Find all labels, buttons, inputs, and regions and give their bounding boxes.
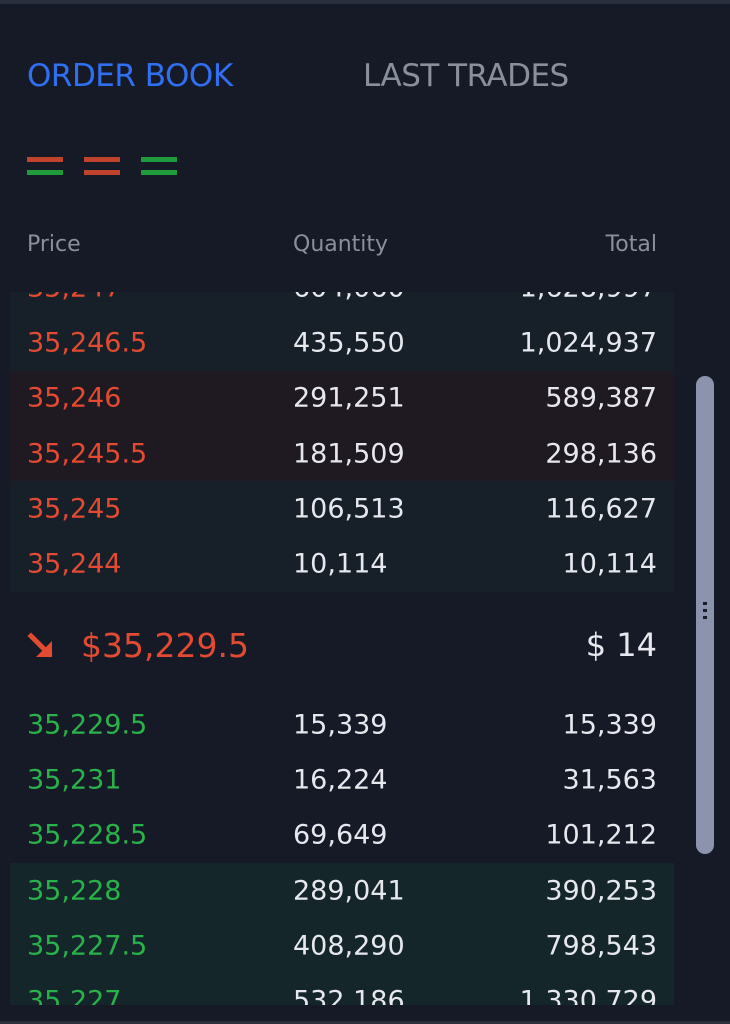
ask-price-cell: 35,245 xyxy=(27,493,122,525)
bid-total-cell: 101,212 xyxy=(545,819,657,851)
last-price: $35,229.5 xyxy=(81,626,249,665)
scroll-grip-icon xyxy=(703,602,707,620)
ask-order-row[interactable]: 35,245 106,513 116,627 xyxy=(10,481,674,537)
sell-orders-view-icon[interactable] xyxy=(27,157,63,179)
ask-price-cell: 35,247 xyxy=(27,292,121,303)
ask-total-cell: 298,136 xyxy=(545,438,657,470)
tab-order-book[interactable]: ORDER BOOK xyxy=(27,58,233,94)
bid-total-cell: 31,563 xyxy=(562,764,657,796)
ask-quantity-cell: 181,509 xyxy=(293,438,405,470)
column-headers: Price Quantity Total xyxy=(27,232,657,260)
bids-list[interactable]: 35,229.5 15,339 15,339 35,231 16,224 31,563 35… xyxy=(10,697,674,1005)
ask-price-cell: 35,244 xyxy=(27,548,122,580)
bid-quantity-cell: 289,041 xyxy=(293,875,405,907)
asks-rows: 35,247 604,060 1,628,997 35,246.5 435,550 1,0… xyxy=(10,292,674,592)
scrollbar-track[interactable] xyxy=(696,376,714,854)
ask-total-cell: 1,628,997 xyxy=(520,292,657,303)
bid-price-cell: 35,227 xyxy=(27,985,122,1005)
bid-quantity-cell: 16,224 xyxy=(293,764,388,796)
bid-total-cell: 1,330,729 xyxy=(519,985,657,1005)
tab-bar: ORDER BOOK LAST TRADES xyxy=(27,58,707,106)
ask-price-cell: 35,245.5 xyxy=(27,438,148,470)
bid-quantity-cell: 532,186 xyxy=(293,985,405,1005)
bid-order-row[interactable]: 35,227.5 408,290 798,543 xyxy=(10,918,674,974)
ask-quantity-cell: 10,114 xyxy=(293,548,388,580)
ask-quantity-cell: 106,513 xyxy=(293,493,405,525)
toggle-bar xyxy=(141,170,177,175)
ask-order-row[interactable]: 35,244 10,114 10,114 xyxy=(10,536,674,592)
bid-price-cell: 35,229.5 xyxy=(27,709,148,741)
price-column-header: Price xyxy=(27,232,81,257)
bid-order-row[interactable]: 35,229.5 15,339 15,339 xyxy=(10,697,674,752)
total-column-header: Total xyxy=(605,232,657,257)
bid-quantity-cell: 408,290 xyxy=(293,930,405,962)
ask-total-cell: 10,114 xyxy=(562,548,657,580)
ask-order-row[interactable]: 35,246.5 435,550 1,024,937 xyxy=(10,315,674,371)
bid-price-cell: 35,227.5 xyxy=(27,930,148,962)
bid-total-cell: 798,543 xyxy=(545,930,657,962)
toggle-bar xyxy=(84,157,120,162)
ask-order-row[interactable]: 35,245.5 181,509 298,136 xyxy=(10,425,674,482)
ask-quantity-cell: 291,251 xyxy=(293,382,405,414)
toggle-bar xyxy=(27,157,63,162)
ask-quantity-cell: 604,060 xyxy=(293,292,405,303)
bid-order-row[interactable]: 35,231 16,224 31,563 xyxy=(10,752,674,807)
bid-order-row[interactable]: 35,227 532,186 1,330,729 xyxy=(10,973,674,1005)
spread-value: $ 14 xyxy=(585,626,657,664)
bid-price-cell: 35,228.5 xyxy=(27,819,148,851)
quantity-column-header: Quantity xyxy=(293,232,389,257)
ask-price-cell: 35,246 xyxy=(27,382,122,414)
bid-quantity-cell: 69,649 xyxy=(293,819,388,851)
last-price-row: $35,229.5 $ 14 xyxy=(27,626,657,670)
bid-price-cell: 35,228 xyxy=(27,875,122,907)
toggle-bar xyxy=(84,170,120,175)
asks-list[interactable]: 35,247 604,060 1,628,997 35,246.5 435,550 1,0… xyxy=(10,292,674,600)
tab-last-trades[interactable]: LAST TRADES xyxy=(363,58,569,94)
ask-total-cell: 1,024,937 xyxy=(519,327,657,359)
bid-order-row[interactable]: 35,228 289,041 390,253 xyxy=(10,862,674,919)
sells-only-view-icon[interactable] xyxy=(84,157,120,179)
book-view-toggles xyxy=(27,157,187,181)
toggle-bar xyxy=(141,157,177,162)
ask-quantity-cell: 435,550 xyxy=(293,327,405,359)
ask-order-row[interactable]: 35,246 291,251 589,387 xyxy=(10,370,674,426)
ask-price-cell: 35,246.5 xyxy=(27,327,148,359)
bid-total-cell: 390,253 xyxy=(545,875,657,907)
ask-order-row[interactable]: 35,247 604,060 1,628,997 xyxy=(10,292,674,316)
buys-only-view-icon[interactable] xyxy=(141,157,177,179)
arrow-down-right-icon xyxy=(27,632,53,658)
ask-total-cell: 116,627 xyxy=(545,493,657,525)
bids-rows: 35,229.5 15,339 15,339 35,231 16,224 31,563 35… xyxy=(10,697,674,1005)
bid-price-cell: 35,231 xyxy=(27,764,122,796)
bid-order-row[interactable]: 35,228.5 69,649 101,212 xyxy=(10,808,674,863)
ask-total-cell: 589,387 xyxy=(545,382,657,414)
order-book-panel: ORDER BOOK LAST TRADES Price Quantity To… xyxy=(0,0,730,1024)
bid-total-cell: 15,339 xyxy=(562,709,657,741)
bid-quantity-cell: 15,339 xyxy=(293,709,388,741)
toggle-bar xyxy=(27,170,63,175)
